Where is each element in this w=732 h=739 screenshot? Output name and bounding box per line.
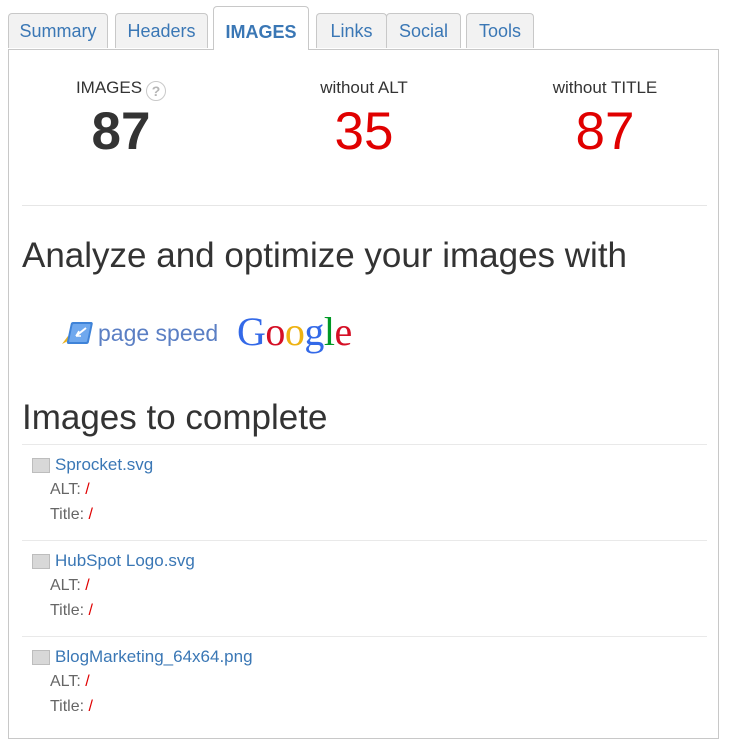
image-file-icon xyxy=(32,554,50,569)
tab-summary[interactable]: Summary xyxy=(8,13,108,48)
alt-value: / xyxy=(85,673,90,690)
alt-row: ALT: / xyxy=(50,577,90,594)
help-icon[interactable]: ? xyxy=(146,81,167,101)
stat-images: IMAGES? 87 xyxy=(21,76,221,162)
title-value: / xyxy=(88,698,93,715)
list-item: Sprocket.svg ALT: / Title: / xyxy=(22,444,707,540)
analyze-heading: Analyze and optimize your images with xyxy=(22,236,628,275)
list-item: HubSpot Logo.svg ALT: / Title: / xyxy=(22,540,707,636)
tab-tools[interactable]: Tools xyxy=(466,13,534,48)
images-panel: IMAGES? 87 without ALT 35 without TITLE … xyxy=(8,49,719,739)
pagespeed-icon xyxy=(62,322,93,344)
google-logo[interactable]: Google xyxy=(237,308,352,355)
title-row: Title: / xyxy=(50,698,93,715)
alt-row: ALT: / xyxy=(50,673,90,690)
image-link[interactable]: BlogMarketing_64x64.png xyxy=(55,647,253,667)
list-item: BlogMarketing_64x64.png ALT: / Title: / xyxy=(22,636,707,732)
image-link[interactable]: Sprocket.svg xyxy=(55,455,153,475)
stat-images-value: 87 xyxy=(91,102,151,161)
image-link[interactable]: HubSpot Logo.svg xyxy=(55,551,195,571)
pagespeed-text: page speed xyxy=(98,320,219,346)
stat-without-title-value: 87 xyxy=(575,102,635,161)
tab-headers[interactable]: Headers xyxy=(115,13,208,48)
stat-without-alt-value: 35 xyxy=(334,102,394,161)
tab-links[interactable]: Links xyxy=(316,13,387,48)
alt-value: / xyxy=(85,481,90,498)
stat-without-title: without TITLE 87 xyxy=(505,76,705,162)
title-row: Title: / xyxy=(50,602,93,619)
stat-without-title-label: without TITLE xyxy=(552,78,658,97)
tab-social[interactable]: Social xyxy=(386,13,461,48)
image-file-icon xyxy=(32,458,50,473)
stat-without-alt: without ALT 35 xyxy=(264,76,464,162)
tab-images[interactable]: IMAGES xyxy=(213,6,309,50)
stat-without-alt-label: without ALT xyxy=(320,78,408,97)
stat-images-label: IMAGES xyxy=(75,78,143,97)
title-value: / xyxy=(88,506,93,523)
title-value: / xyxy=(88,602,93,619)
alt-value: / xyxy=(85,577,90,594)
images-to-complete-heading: Images to complete xyxy=(22,398,328,437)
image-file-icon xyxy=(32,650,50,665)
alt-row: ALT: / xyxy=(50,481,90,498)
title-row: Title: / xyxy=(50,506,93,523)
divider xyxy=(22,205,707,206)
